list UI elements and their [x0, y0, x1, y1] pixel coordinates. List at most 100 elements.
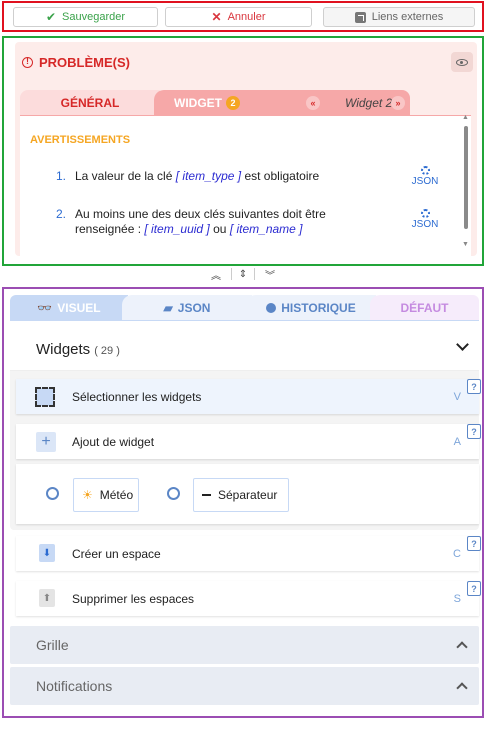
problems-tabs: GÉNÉRAL WIDGET 2 « Widget 29 »: [20, 90, 471, 116]
help-icon[interactable]: ?: [467, 379, 481, 394]
scroll-down-icon[interactable]: ▼: [462, 241, 469, 248]
option-separateur[interactable]: Séparateur: [193, 478, 289, 512]
tab-defaut-label: DÉFAUT: [400, 300, 449, 315]
tab-general-label: GÉNÉRAL: [60, 96, 120, 110]
check-icon: ✔: [45, 10, 57, 24]
widgets-count: ( 29 ): [94, 345, 120, 357]
toggle-visibility-button[interactable]: [451, 52, 473, 72]
json-link[interactable]: JSON: [410, 166, 440, 187]
warning-key: [ item_type ]: [175, 169, 242, 183]
json-file-icon: ▰: [163, 300, 173, 315]
next-widget-icon[interactable]: »: [391, 96, 405, 110]
scroll-up-icon[interactable]: ▲: [462, 114, 469, 121]
accordion-notifications[interactable]: Notifications: [10, 667, 479, 705]
panel-splitter: ︽ ⇕ ︾: [207, 266, 279, 282]
problems-card: PROBLÈME(S) GÉNÉRAL WIDGET 2 « Widget 29…: [15, 42, 477, 256]
tab-widget[interactable]: WIDGET 2 « Widget 29 »: [154, 90, 410, 116]
tab-visuel[interactable]: 👓 VISUEL: [10, 295, 128, 320]
close-icon: ✕: [211, 10, 222, 24]
warning-text-part: ou: [213, 222, 227, 236]
tabs-underline: [10, 320, 479, 321]
select-area-icon: [35, 387, 55, 407]
save-button-label: Sauvegarder: [62, 11, 126, 23]
shortcut-key: A: [453, 436, 461, 448]
row-create-space[interactable]: ⬇ Créer un espace C ?: [16, 536, 481, 571]
warning-text: La valeur de la clé [ item_type ] est ob…: [75, 169, 375, 184]
shortcut-key: V: [453, 391, 461, 403]
prev-widget-icon[interactable]: «: [306, 96, 320, 110]
warnings-scrollbar[interactable]: ▲ ▼: [461, 114, 471, 248]
help-icon[interactable]: ?: [467, 424, 481, 439]
external-links-button[interactable]: Liens externes: [323, 7, 475, 27]
row-select-widgets[interactable]: Sélectionner les widgets V ?: [16, 379, 481, 414]
tab-defaut[interactable]: DÉFAUT: [370, 295, 479, 320]
radio-meteo[interactable]: [46, 487, 59, 500]
row-delete-spaces[interactable]: ⬆ Supprimer les espaces S ?: [16, 581, 481, 616]
json-link-label: JSON: [411, 219, 439, 230]
warning-text-part: La valeur de la clé: [75, 169, 173, 183]
collapse-up-icon[interactable]: ︽: [211, 267, 221, 282]
accordion-label: Notifications: [36, 678, 113, 694]
editor-panel: 👓 VISUEL ▰ JSON HISTORIQUE DÉFAUT Widget…: [2, 287, 484, 718]
shortcut-key: S: [453, 593, 461, 605]
eye-icon: [456, 58, 468, 66]
plus-icon: +: [36, 432, 56, 452]
scroll-thumb[interactable]: [464, 126, 468, 229]
tab-json[interactable]: ▰ JSON: [122, 295, 252, 320]
action-toolbar: ✔ Sauvegarder ✕ Annuler Liens externes: [2, 1, 484, 32]
radio-separateur[interactable]: [167, 487, 180, 500]
cancel-button-label: Annuler: [227, 11, 266, 23]
problems-panel: PROBLÈME(S) GÉNÉRAL WIDGET 2 « Widget 29…: [2, 36, 484, 266]
warnings-title: AVERTISSEMENTS: [30, 134, 131, 146]
resize-handle-icon[interactable]: ⇕: [239, 269, 247, 280]
widgets-title: Widgets( 29 ): [36, 341, 120, 358]
help-icon[interactable]: ?: [467, 536, 481, 551]
warning-number: 1.: [56, 169, 67, 183]
glasses-icon: 👓: [37, 300, 53, 315]
add-widget-options: ☀ Météo Séparateur: [16, 464, 479, 524]
save-button[interactable]: ✔ Sauvegarder: [13, 7, 158, 27]
cancel-button[interactable]: ✕ Annuler: [165, 7, 312, 27]
widgets-section: Widgets( 29 ) Sélectionner les widgets V…: [10, 327, 481, 530]
warning-text: Au moins une des deux clés suivantes doi…: [75, 207, 375, 237]
widgets-header[interactable]: Widgets( 29 ): [10, 327, 479, 371]
gear-icon: [420, 166, 430, 175]
widgets-title-text: Widgets: [36, 341, 91, 358]
accordion-grille[interactable]: Grille: [10, 626, 479, 664]
row-label: Créer un espace: [72, 547, 161, 561]
editor-tabs: 👓 VISUEL ▰ JSON HISTORIQUE DÉFAUT: [10, 295, 479, 321]
arrow-up-icon: ⬆: [39, 589, 55, 607]
warning-text-part: est obligatoire: [244, 169, 320, 183]
sun-icon: ☀: [82, 488, 93, 502]
option-label: Séparateur: [218, 488, 278, 502]
external-links-label: Liens externes: [371, 11, 444, 23]
warning-number: 2.: [56, 207, 67, 221]
chevron-down-icon[interactable]: [456, 338, 469, 351]
row-label: Supprimer les espaces: [72, 592, 195, 606]
warning-key: [ item_uuid ]: [144, 222, 210, 236]
json-link[interactable]: JSON: [410, 209, 440, 230]
row-label: Ajout de widget: [72, 435, 155, 449]
help-icon[interactable]: ?: [467, 581, 481, 596]
option-meteo[interactable]: ☀ Météo: [73, 478, 139, 512]
warnings-content: AVERTISSEMENTS 1. La valeur de la clé [ …: [20, 116, 471, 256]
gear-icon: [420, 209, 430, 218]
tab-visuel-label: VISUEL: [57, 300, 101, 315]
problems-title-text: PROBLÈME(S): [39, 55, 130, 70]
json-link-label: JSON: [411, 176, 439, 187]
chevron-up-icon: [456, 682, 468, 694]
tab-widget-label: WIDGET: [174, 96, 222, 110]
shortcut-key: C: [453, 548, 461, 560]
external-link-icon: [354, 11, 366, 23]
tab-historique[interactable]: HISTORIQUE: [246, 295, 376, 320]
tab-historique-label: HISTORIQUE: [281, 300, 356, 315]
splitter-divider: [254, 268, 255, 280]
chevron-up-icon: [456, 641, 468, 653]
tab-json-label: JSON: [177, 300, 211, 315]
row-add-widget[interactable]: + Ajout de widget A ?: [16, 424, 481, 459]
tab-general[interactable]: GÉNÉRAL: [20, 90, 160, 116]
row-label: Sélectionner les widgets: [72, 390, 202, 404]
warning-circle-icon: [22, 56, 33, 68]
collapse-down-icon[interactable]: ︾: [265, 267, 275, 282]
warning-key: [ item_name ]: [229, 222, 303, 236]
